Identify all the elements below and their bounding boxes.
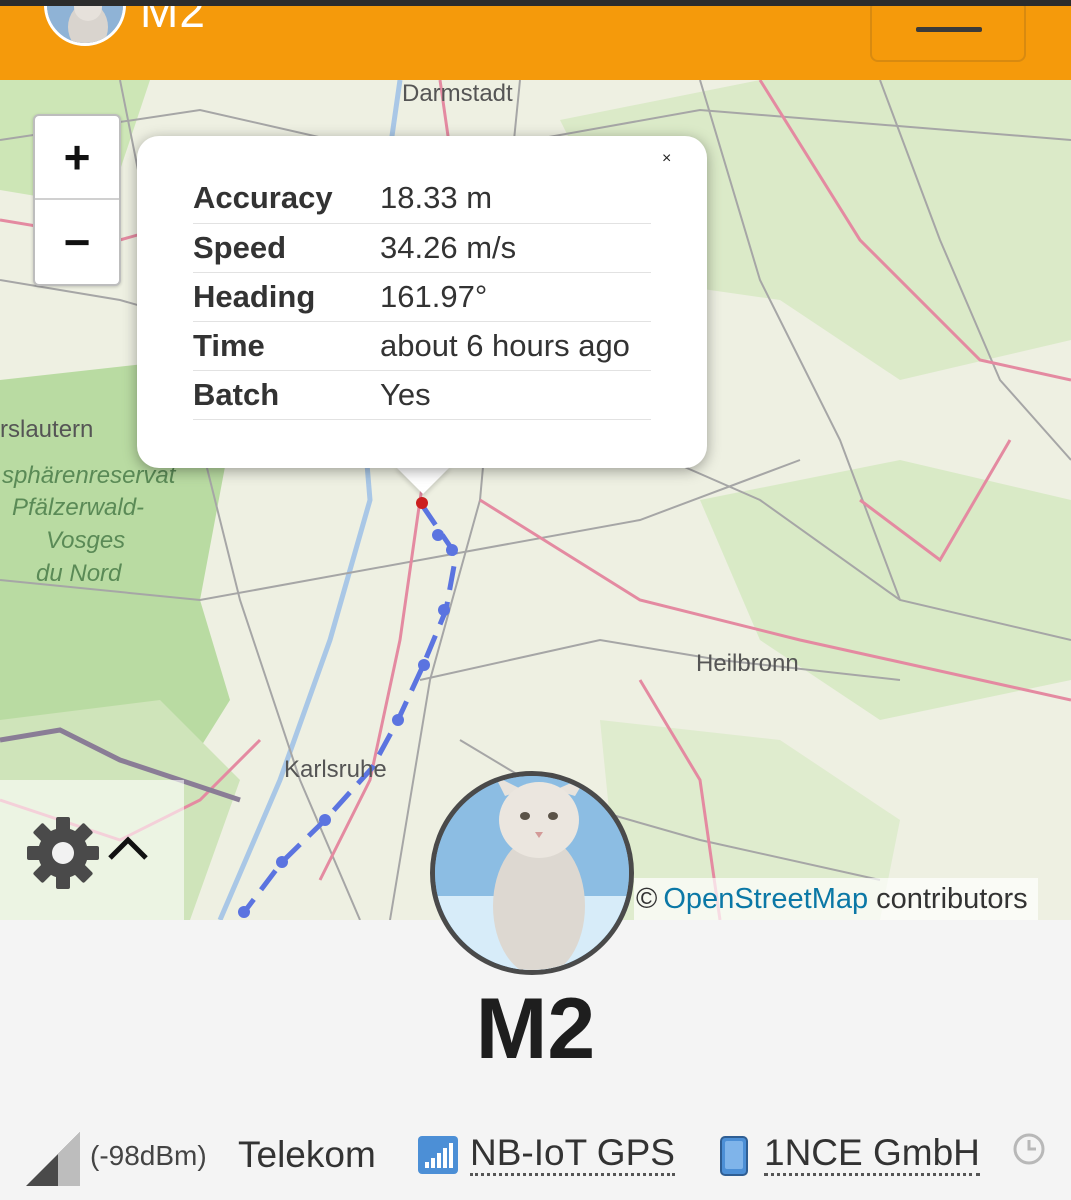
signal-strength-icon [24,1130,82,1193]
detail-value: about 6 hours ago [380,321,651,371]
map-label-kaiserslautern: rslautern [0,416,94,443]
map-label-biosphere: du Nord [36,560,122,587]
table-row: Time about 6 hours ago [193,321,651,371]
device-avatar [430,771,634,975]
detail-key: Time [193,321,380,371]
detail-value: 18.33 m [380,174,651,224]
detail-key: Batch [193,370,380,420]
chevron-up-icon[interactable] [106,834,150,869]
location-marker [416,497,428,509]
signal-dbm: (-98dBm) [90,1140,207,1171]
popup-details-table: Accuracy 18.33 m Speed 34.26 m/s Heading 16… [193,174,651,420]
operator-name: Telekom [238,1134,376,1175]
detail-value: 34.26 m/s [380,223,651,273]
attribution-suffix: contributors [876,882,1028,915]
location-popup: Accuracy 18.33 m Speed 34.26 m/s Heading 16… [137,136,707,468]
zoom-control: + − [33,114,121,286]
popup-close-button[interactable]: × [662,150,671,168]
gear-icon[interactable] [26,816,100,895]
sim-provider[interactable]: 1NCE GmbH [764,1133,980,1176]
map-label-biosphere: Vosges [46,527,126,554]
map-label-heilbronn: Heilbronn [696,650,799,677]
map-label-darmstadt: Darmstadt [402,80,513,107]
settings-panel [0,780,184,920]
zoom-out-button[interactable]: − [35,200,119,284]
detail-key: Speed [193,223,380,273]
status-bar: (-98dBm) Telekom NB-IoT GPS 1NCE GmbH [0,1128,1071,1188]
menu-button[interactable] [870,6,1026,62]
table-row: Accuracy 18.33 m [193,174,651,224]
detail-key: Accuracy [193,174,380,224]
openstreetmap-link[interactable]: OpenStreetMap [663,883,868,916]
page-title: M2 [140,0,206,37]
detail-key: Heading [193,272,380,322]
detail-value: 161.97° [380,272,651,322]
table-row: Batch Yes [193,370,651,420]
map-attribution: © OpenStreetMap contributors [634,878,1038,920]
avatar[interactable] [44,6,126,46]
network-type[interactable]: NB-IoT GPS [470,1133,675,1176]
device-name: M2 [475,981,596,1077]
top-bar: M2 [0,0,1071,80]
table-row: Speed 34.26 m/s [193,223,651,273]
network-bars-icon [418,1136,458,1179]
map-label-karlsruhe: Karlsruhe [284,756,387,783]
table-row: Heading 161.97° [193,272,651,322]
clock-icon [1012,1132,1046,1171]
sim-card-icon [720,1136,748,1181]
copyright-symbol: © [636,882,658,915]
detail-value: Yes [380,370,651,420]
map-label-biosphere: Pfälzerwald- [12,494,145,521]
zoom-in-button[interactable]: + [35,116,119,200]
popup-tip [395,466,451,494]
hamburger-icon [916,27,982,32]
